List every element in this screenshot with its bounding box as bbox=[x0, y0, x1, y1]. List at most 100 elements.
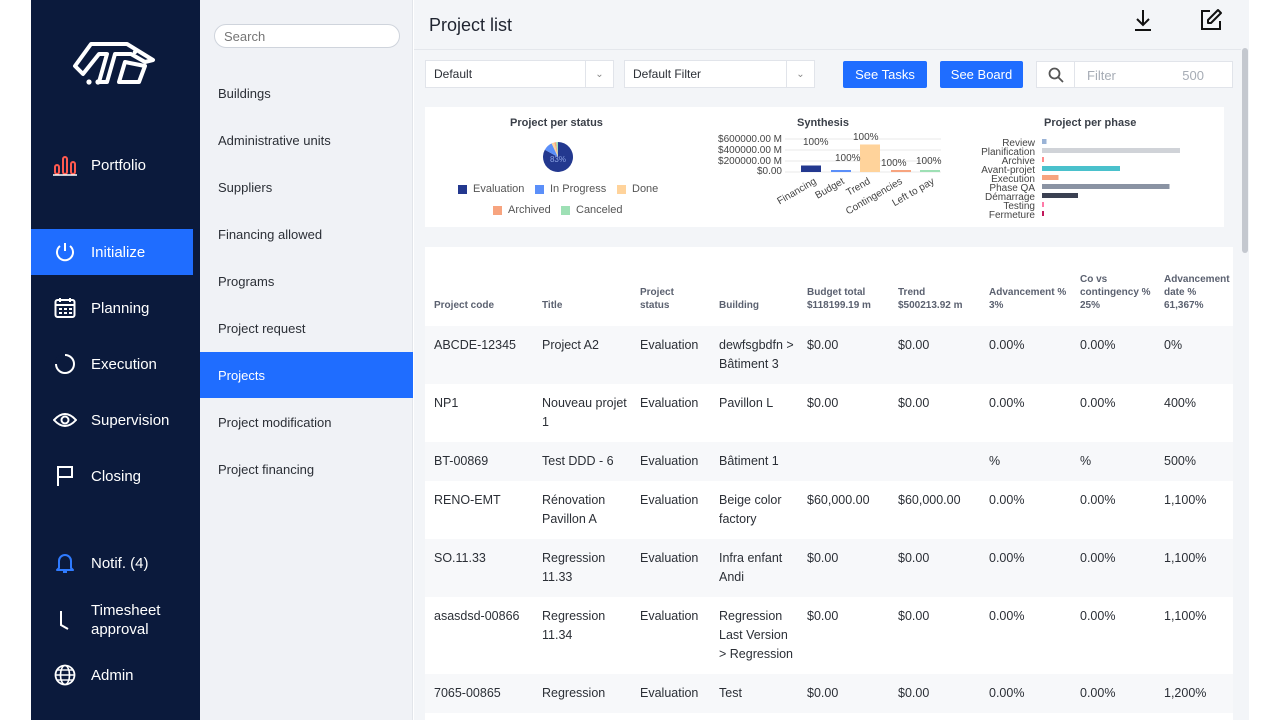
nav-item-label: Execution bbox=[91, 355, 157, 373]
subnav-item-buildings[interactable]: Buildings bbox=[200, 70, 413, 116]
cell-budget-total: $0.00 bbox=[798, 326, 889, 384]
cell-project-code: SO.11.33 bbox=[425, 539, 533, 597]
subnav-item-project-request[interactable]: Project request bbox=[200, 305, 413, 351]
nav-item-label: Timesheet approval bbox=[91, 602, 161, 638]
column-header-advancement-date[interactable]: Advancement date % 61,367% bbox=[1155, 247, 1233, 326]
phase-bar-fermeture[interactable] bbox=[1042, 211, 1044, 216]
cell-advancement: 0.00% bbox=[989, 396, 1025, 410]
legend-done[interactable]: Done bbox=[617, 183, 658, 195]
synthesis-bar-budget[interactable] bbox=[831, 170, 851, 172]
synthesis-value-label: 100% bbox=[853, 132, 879, 143]
nav-item-planning[interactable]: Planning bbox=[31, 285, 193, 331]
column-header-project-status[interactable]: Project status bbox=[631, 247, 710, 326]
search-input[interactable] bbox=[214, 24, 400, 48]
cell-co-vs-contingency: % bbox=[1071, 442, 1155, 481]
legend-archived[interactable]: Archived bbox=[493, 204, 551, 216]
synthesis-bar-trend[interactable] bbox=[860, 144, 880, 172]
legend-canceled[interactable]: Canceled bbox=[561, 204, 622, 216]
bar-chart-icon bbox=[53, 153, 77, 177]
column-header-budget-total[interactable]: Budget total $118199.19 m bbox=[798, 247, 889, 326]
table-row[interactable]: ABCDE-12345 Project A2 Evaluation dewfsgbdf… bbox=[425, 326, 1233, 384]
see-tasks-button[interactable]: See Tasks bbox=[843, 61, 927, 88]
cell-project-status: Evaluation bbox=[640, 396, 699, 410]
table-row[interactable]: SO.11.33 Regression 11.33 Evaluation Infra … bbox=[425, 539, 1233, 597]
legend-evaluation[interactable]: Evaluation bbox=[458, 183, 524, 195]
phase-bar-testing[interactable] bbox=[1042, 202, 1044, 207]
see-board-button[interactable]: See Board bbox=[940, 61, 1023, 88]
scrollbar-thumb[interactable] bbox=[1242, 48, 1248, 253]
column-header-project-code[interactable]: Project code bbox=[425, 247, 533, 326]
cell-trend: $0.00 bbox=[889, 539, 980, 597]
cell-advancement: % bbox=[980, 442, 1071, 481]
column-header-building[interactable]: Building bbox=[710, 247, 798, 326]
flag-icon bbox=[53, 464, 77, 488]
column-header-advancement[interactable]: Advancement % 3% bbox=[980, 247, 1071, 326]
subnav-item-suppliers[interactable]: Suppliers bbox=[200, 164, 413, 210]
table-row[interactable]: BT-00869 Test DDD - 6 Evaluation Bâtiment 1… bbox=[425, 442, 1233, 481]
nav-item-supervision[interactable]: Supervision bbox=[31, 397, 193, 443]
synthesis-bar-left-to-pay[interactable] bbox=[920, 170, 940, 172]
phase-bar-avant-projet[interactable] bbox=[1042, 166, 1120, 171]
nav-item-initialize[interactable]: Initialize bbox=[31, 229, 193, 275]
view-select[interactable]: Default ⌄ bbox=[425, 60, 614, 88]
subnav-item-administrative-units[interactable]: Administrative units bbox=[200, 117, 413, 163]
power-icon bbox=[53, 240, 77, 264]
project-table: Project code Title Project status Buildi… bbox=[425, 247, 1233, 713]
phase-bar-chart: Review Planification Archive Avant-proje… bbox=[981, 138, 1180, 221]
column-header-trend[interactable]: Trend $500213.92 m bbox=[889, 247, 980, 326]
cell-trend: $0.00 bbox=[898, 396, 930, 410]
nav-item-admin[interactable]: Admin bbox=[31, 652, 193, 698]
download-icon[interactable] bbox=[1131, 8, 1155, 32]
cell-advancement-date: 1,100% bbox=[1155, 539, 1233, 597]
synthesis-category-label: Financing bbox=[775, 176, 818, 207]
table-row[interactable]: 7065-00865 Regression Evaluation Test $0.00 $… bbox=[425, 674, 1233, 713]
synthesis-value-label: 100% bbox=[881, 158, 907, 169]
cell-project-code: ABCDE-12345 bbox=[425, 326, 533, 384]
nav-item-portfolio[interactable]: Portfolio bbox=[31, 142, 193, 188]
status-pie-chart: 83% bbox=[543, 142, 573, 172]
legend-in-progress[interactable]: In Progress bbox=[535, 183, 606, 195]
synthesis-bar-contingencies[interactable] bbox=[891, 170, 911, 172]
table-row[interactable]: NP1 Nouveau projet 1 Evaluation Pavillon L $… bbox=[425, 384, 1233, 442]
table-row[interactable]: asasdsd-00866 Regression 11.34 Evaluation R… bbox=[425, 597, 1233, 674]
subnav-item-programs[interactable]: Programs bbox=[200, 258, 413, 304]
nav-item-label: Portfolio bbox=[91, 156, 147, 174]
search-icon[interactable] bbox=[1037, 62, 1075, 87]
cell-building: Pavillon L bbox=[719, 396, 774, 410]
filter-select[interactable]: Default Filter ⌄ bbox=[624, 60, 815, 88]
cell-project-status: Evaluation bbox=[631, 442, 710, 481]
nav-item-closing[interactable]: Closing bbox=[31, 453, 193, 499]
cell-advancement-date: 1,100% bbox=[1164, 609, 1207, 623]
nav-item-execution[interactable]: Execution bbox=[31, 341, 193, 387]
cell-title: Regression 11.33 bbox=[533, 539, 631, 597]
phase-bar-review[interactable] bbox=[1042, 139, 1047, 144]
nav-item-timesheet-approval[interactable]: Timesheet approval bbox=[31, 599, 193, 641]
synthesis-bar-financing[interactable] bbox=[801, 165, 821, 172]
cell-project-code: asasdsd-00866 bbox=[434, 609, 520, 623]
left-margin bbox=[0, 0, 31, 720]
subnav-item-projects[interactable]: Projects bbox=[200, 352, 413, 398]
subnav-item-project-financing[interactable]: Project financing bbox=[200, 446, 413, 492]
phase-bar-phase-qa[interactable] bbox=[1042, 184, 1170, 189]
cell-advancement-date: 0% bbox=[1155, 326, 1233, 384]
column-header-co-vs-contingency[interactable]: Co vs contingency % 25% bbox=[1071, 247, 1155, 326]
edit-icon[interactable] bbox=[1199, 8, 1223, 32]
subnav-item-financing-allowed[interactable]: Financing allowed bbox=[200, 211, 413, 257]
synthesis-tick-label: $400000.00 M bbox=[718, 145, 782, 156]
filter-result-count: 500 bbox=[1182, 68, 1204, 83]
table-header-row: Project code Title Project status Buildi… bbox=[425, 247, 1233, 326]
phase-bar-planification[interactable] bbox=[1042, 148, 1180, 153]
subnav-item-project-modification[interactable]: Project modification bbox=[200, 399, 413, 445]
main-content: Project list Default ⌄ Default Filter ⌄ … bbox=[414, 0, 1249, 720]
nav-item-notifications[interactable]: Notif. (4) bbox=[31, 540, 193, 586]
cell-building: Test bbox=[710, 674, 798, 713]
phase-bar-d-marrage[interactable] bbox=[1042, 193, 1078, 198]
filter-field[interactable]: Filter 500 bbox=[1036, 61, 1233, 88]
page-scrollbar[interactable] bbox=[1241, 0, 1249, 720]
cell-budget-total: $0.00 bbox=[807, 609, 839, 623]
column-header-title[interactable]: Title bbox=[533, 247, 631, 326]
phase-bar-archive[interactable] bbox=[1042, 157, 1044, 162]
table-row[interactable]: RENO-EMT Rénovation Pavillon A Evaluation B… bbox=[425, 481, 1233, 539]
phase-bar-execution[interactable] bbox=[1042, 175, 1059, 180]
cell-advancement-date: 500% bbox=[1155, 442, 1233, 481]
